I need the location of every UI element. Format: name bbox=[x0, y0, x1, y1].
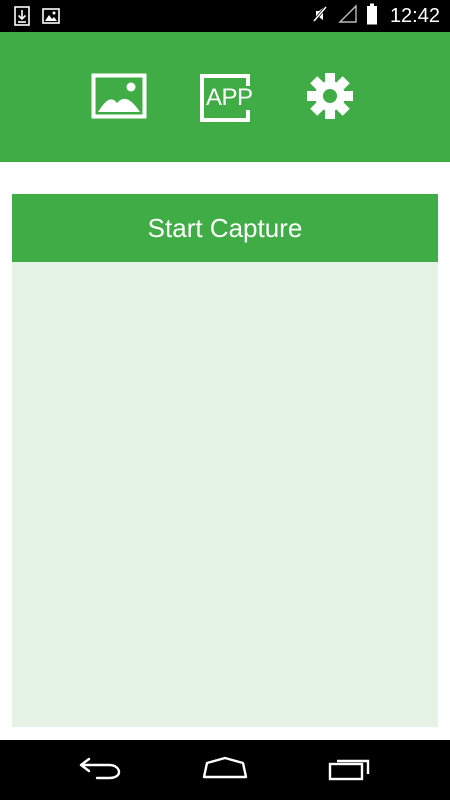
recents-icon bbox=[327, 755, 373, 786]
download-icon bbox=[14, 6, 30, 31]
recents-button[interactable] bbox=[320, 750, 380, 790]
status-time: 12:42 bbox=[389, 4, 440, 27]
home-button[interactable] bbox=[195, 750, 255, 790]
battery-icon bbox=[366, 3, 378, 30]
mute-icon bbox=[310, 4, 330, 29]
back-icon bbox=[77, 755, 123, 786]
app-capture-button[interactable]: APP bbox=[195, 72, 255, 124]
back-button[interactable] bbox=[70, 750, 130, 790]
screen: 12:42 APP Start Capture bbox=[0, 0, 450, 800]
home-icon bbox=[201, 755, 249, 786]
system-icons: 12:42 bbox=[310, 0, 442, 32]
settings-button[interactable] bbox=[300, 72, 360, 124]
capture-content-area bbox=[12, 262, 438, 727]
navigation-bar bbox=[0, 740, 450, 800]
gallery-icon bbox=[91, 73, 147, 124]
start-capture-button[interactable]: Start Capture bbox=[12, 194, 438, 262]
app-toolbar: APP bbox=[0, 32, 450, 162]
app-capture-icon: APP bbox=[200, 74, 253, 122]
gallery-button[interactable] bbox=[89, 72, 149, 124]
image-notification-icon bbox=[42, 8, 60, 29]
signal-icon bbox=[338, 3, 358, 29]
capture-card: Start Capture bbox=[12, 194, 438, 727]
app-label: APP bbox=[206, 84, 253, 111]
settings-gear-icon bbox=[306, 72, 354, 125]
status-bar: 12:42 bbox=[0, 0, 450, 32]
notification-icons bbox=[14, 6, 60, 31]
